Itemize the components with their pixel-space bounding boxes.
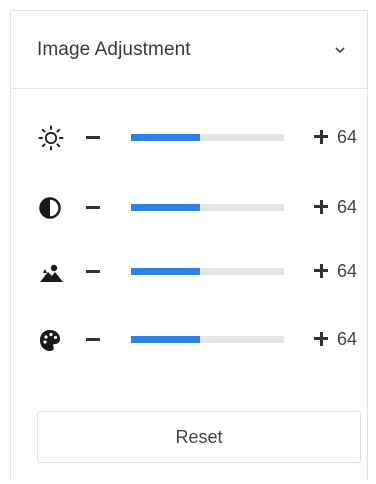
saturation-icon [37,259,65,285]
hue-slider-fill [131,336,200,343]
saturation-slider[interactable] [131,268,284,275]
brightness-icon [37,125,65,151]
saturation-row: 64 [11,251,367,291]
reset-button[interactable]: Reset [37,411,361,463]
saturation-slider-fill [131,268,200,275]
panel-header[interactable]: Image Adjustment [11,11,367,89]
saturation-decrease-button[interactable] [83,259,103,283]
saturation-increase-button[interactable] [311,259,333,283]
hue-slider[interactable] [131,336,284,343]
contrast-slider-fill [131,204,200,211]
hue-value: 64 [337,329,358,349]
brightness-slider-fill [131,134,200,141]
hue-icon [37,327,65,353]
contrast-icon [37,195,65,221]
brightness-increase-button[interactable] [311,125,333,149]
brightness-decrease-button[interactable] [83,125,103,149]
contrast-increase-button[interactable] [311,195,333,219]
contrast-row: 64 [11,187,367,227]
image-adjustment-panel: Image Adjustment 64 64 64 64 Reset [10,10,368,480]
brightness-slider[interactable] [131,134,284,141]
hue-row: 64 [11,319,367,359]
hue-increase-button[interactable] [311,327,333,351]
hue-decrease-button[interactable] [83,327,103,351]
contrast-decrease-button[interactable] [83,195,103,219]
brightness-row: 64 [11,117,367,157]
contrast-slider[interactable] [131,204,284,211]
contrast-value: 64 [337,197,358,217]
panel-title: Image Adjustment [37,38,191,60]
brightness-value: 64 [337,127,358,147]
saturation-value: 64 [337,261,358,281]
chevron-down-icon[interactable] [331,41,349,59]
